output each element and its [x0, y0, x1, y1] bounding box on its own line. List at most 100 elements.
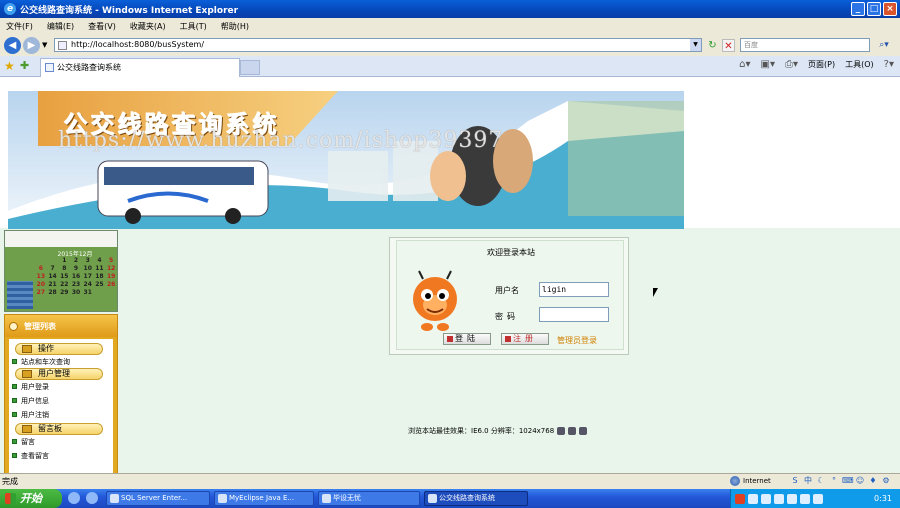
maximize-button[interactable]: □ — [867, 2, 881, 16]
url-input[interactable]: http://localhost:8080/busSystem/ — [54, 38, 702, 52]
calendar-day: 31 — [83, 289, 92, 296]
ime-user-icon[interactable]: ☺ — [855, 475, 865, 487]
url-text: http://localhost:8080/busSystem/ — [71, 40, 205, 49]
calendar-day: 28 — [48, 289, 57, 296]
calendar-day: 14 — [48, 273, 57, 280]
ime-shirt-icon[interactable]: ♦ — [868, 475, 878, 487]
tab-label: 公交线路查询系统 — [57, 63, 121, 72]
minimize-button[interactable]: _ — [851, 2, 865, 16]
menu-tools[interactable]: 工具(T) — [180, 21, 207, 32]
quick-launch-ie-icon[interactable] — [86, 492, 98, 504]
ime-tool-icon[interactable]: ⚙ — [881, 475, 891, 487]
clock: 0:31 — [874, 494, 892, 503]
bullet-icon — [12, 398, 17, 403]
ime-keyboard-icon[interactable]: ⌨ — [842, 475, 854, 487]
ime-punct-icon[interactable]: ° — [829, 475, 839, 487]
task-label: MyEclipse Java E... — [229, 494, 295, 502]
task-folder[interactable]: 毕设无忧 — [318, 491, 420, 506]
password-input[interactable] — [539, 307, 609, 322]
menu-view[interactable]: 查看(V) — [88, 21, 116, 32]
sidebar-item-station-query[interactable]: 站点和车次查询 — [11, 357, 70, 367]
folder-icon — [22, 345, 32, 353]
calendar-day: 5 — [109, 257, 114, 264]
tray-volume-icon[interactable] — [787, 493, 797, 504]
task-icon — [218, 494, 227, 503]
home-icon[interactable]: ⌂▾ — [739, 59, 750, 70]
browser-note-text: 浏览本站最佳效果：IE6.0 分辨率：1024x768 — [408, 427, 555, 435]
category-operations[interactable]: 操作 — [15, 343, 103, 355]
login-button[interactable]: 登陆 — [443, 333, 491, 345]
task-bus-system[interactable]: 公交线路查询系统 — [424, 491, 528, 506]
sidebar-item-label: 用户登录 — [21, 383, 49, 391]
register-button[interactable]: 注册 — [501, 333, 549, 345]
menu-help[interactable]: 帮助(H) — [221, 21, 249, 32]
sidebar-item-user-logout[interactable]: 用户注销 — [11, 410, 49, 420]
username-input[interactable]: ligin — [539, 282, 609, 297]
menu-favorites[interactable]: 收藏夹(A) — [130, 21, 166, 32]
zone-label: Internet — [743, 477, 771, 485]
page-menu[interactable]: 页面(P) — [808, 59, 835, 70]
site-banner: 公交线路查询系统 https://www.huzhan.com/ishop393… — [8, 91, 684, 229]
calendar-day: 9 — [73, 265, 79, 272]
sidebar-item-label: 用户注销 — [21, 411, 49, 419]
stop-icon[interactable]: ✕ — [722, 39, 735, 52]
login-title: 欢迎登录本站 — [487, 248, 535, 257]
sidebar-item-user-login[interactable]: 用户登录 — [11, 382, 49, 392]
tab-page-icon — [45, 63, 54, 72]
ime-chinese-icon[interactable]: 中 — [803, 475, 813, 487]
calendar-header — [5, 231, 117, 247]
tray-network-icon[interactable] — [774, 493, 784, 504]
tray-moon-icon[interactable] — [761, 493, 771, 504]
back-button[interactable]: ◀ — [4, 36, 21, 54]
quick-launch-desktop-icon[interactable] — [68, 492, 80, 504]
menu-file[interactable]: 文件(F) — [6, 21, 33, 32]
task-myeclipse[interactable]: MyEclipse Java E... — [214, 491, 314, 506]
sidebar-item-leave-message[interactable]: 留言 — [11, 437, 35, 447]
sidebar-title: 管理列表 — [24, 321, 56, 331]
admin-login-link[interactable]: 管理员登录 — [557, 335, 597, 346]
monitor-icon — [557, 427, 566, 435]
menu-edit[interactable]: 编辑(E) — [47, 21, 74, 32]
tray-s-icon[interactable] — [735, 493, 745, 504]
ime-moon-icon[interactable]: ☾ — [816, 475, 826, 487]
category-user-management[interactable]: 用户管理 — [15, 368, 103, 380]
window-controls: _ □ × — [851, 2, 897, 16]
calendar-day: 30 — [71, 289, 81, 296]
url-dropdown-icon[interactable]: ▼ — [690, 39, 701, 51]
calendar-day: 8 — [62, 265, 67, 272]
tray-safety-icon[interactable] — [800, 493, 810, 504]
sidebar-item-view-messages[interactable]: 查看留言 — [11, 451, 49, 461]
tools-menu[interactable]: 工具(O) — [845, 59, 874, 70]
bullet-icon — [12, 384, 17, 389]
login-panel: 欢迎登录本站 用户名 ligin 密码 登陆 注册 管理员登录 — [389, 237, 629, 355]
history-dropdown-icon[interactable]: ▼ — [42, 41, 47, 49]
print-icon[interactable]: ⎙▾ — [785, 59, 798, 70]
category-message-board[interactable]: 留言板 — [15, 423, 103, 435]
feeds-icon[interactable]: ▣▾ — [761, 59, 775, 70]
bullet-icon — [12, 439, 17, 444]
ie-icon: e — [4, 3, 16, 15]
ime-s-icon[interactable]: S — [790, 475, 800, 487]
tray-shield-icon[interactable] — [813, 493, 823, 504]
favorites-star-icon[interactable]: ★ — [4, 59, 15, 73]
category-label: 操作 — [38, 344, 54, 353]
calendar-day: 25 — [95, 281, 104, 288]
add-favorite-icon[interactable]: ✚ — [20, 59, 29, 72]
close-button[interactable]: × — [883, 2, 897, 16]
window-titlebar: e 公交线路查询系统 - Windows Internet Explorer _… — [0, 0, 900, 18]
start-button[interactable]: 开始 — [0, 489, 62, 508]
search-icon[interactable]: ⌕▾ — [873, 38, 895, 52]
refresh-icon[interactable]: ↻ — [706, 39, 719, 52]
help-icon[interactable]: ?▾ — [884, 59, 894, 70]
forward-button[interactable]: ▶ — [23, 36, 40, 54]
register-button-label: 注册 — [513, 334, 537, 343]
task-sql-server[interactable]: SQL Server Enter... — [106, 491, 210, 506]
security-zone[interactable]: Internet — [730, 476, 771, 486]
tray-chinese-icon[interactable] — [748, 493, 758, 504]
sidebar-item-user-info[interactable]: 用户信息 — [11, 396, 49, 406]
search-input[interactable]: 百度 — [740, 38, 870, 52]
tab-bus-system[interactable]: 公交线路查询系统 — [40, 58, 240, 77]
new-tab-button[interactable] — [240, 60, 260, 75]
calendar-day: 4 — [97, 257, 102, 264]
menu-bar: 文件(F) 编辑(E) 查看(V) 收藏夹(A) 工具(T) 帮助(H) — [0, 18, 900, 34]
